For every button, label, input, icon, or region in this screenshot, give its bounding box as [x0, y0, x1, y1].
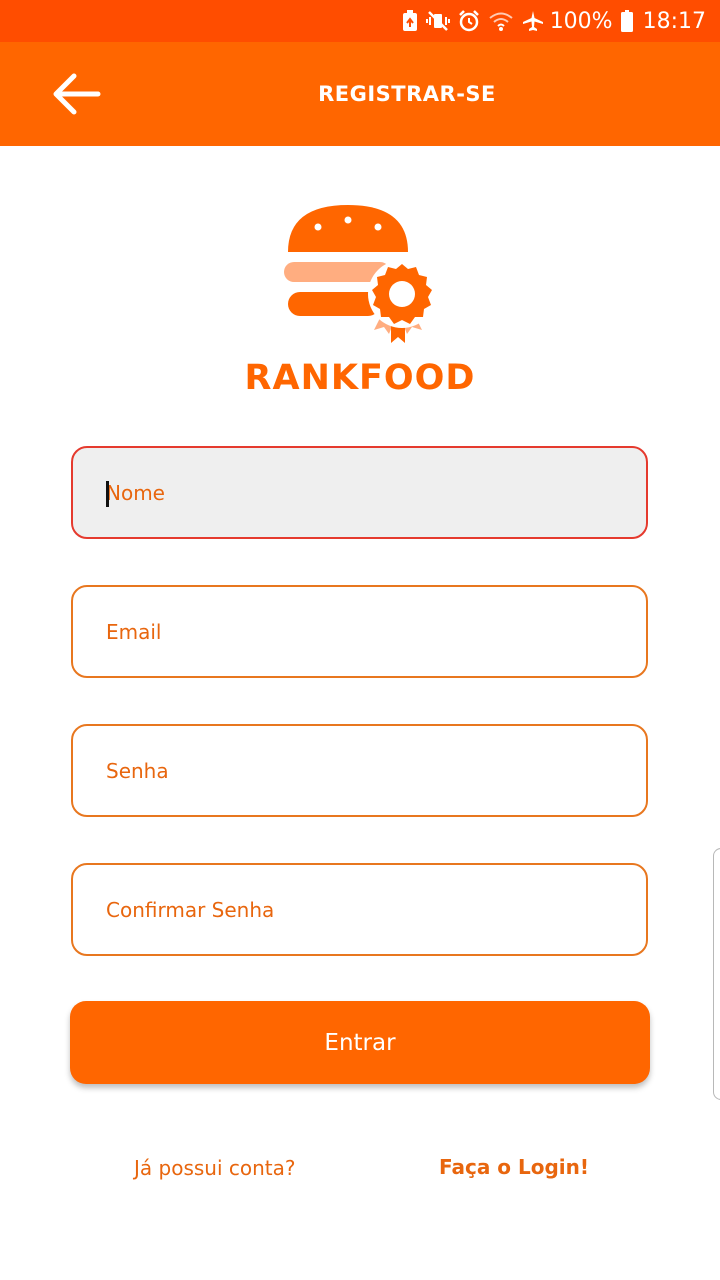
battery-percent: 100% — [549, 8, 613, 34]
airplane-mode-icon — [522, 11, 543, 31]
edge-panel-handle[interactable] — [713, 848, 720, 1100]
page-title: REGISTRAR-SE — [318, 82, 496, 106]
battery-icon — [620, 10, 633, 32]
submit-button[interactable]: Entrar — [70, 1001, 650, 1084]
text-cursor — [106, 481, 109, 507]
alarm-icon — [458, 10, 479, 32]
app-bar: REGISTRAR-SE — [0, 42, 720, 146]
name-field[interactable] — [71, 446, 648, 539]
back-button[interactable] — [46, 66, 106, 122]
password-input[interactable] — [73, 726, 646, 815]
mute-vibrate-icon — [425, 11, 450, 31]
arrow-left-icon — [53, 73, 101, 115]
battery-saver-icon — [402, 10, 417, 31]
clock: 18:17 — [642, 8, 706, 34]
brand-name: RANKFOOD — [244, 358, 476, 398]
status-bar: 100% 18:17 — [0, 0, 720, 42]
wifi-icon — [489, 12, 513, 31]
name-input[interactable] — [73, 448, 646, 537]
login-question: Já possui conta? — [134, 1156, 296, 1180]
email-field[interactable] — [71, 585, 648, 678]
confirm-password-field[interactable] — [71, 863, 648, 956]
login-link[interactable]: Faça o Login! — [439, 1155, 589, 1179]
burger-badge-icon — [284, 205, 436, 343]
register-screen: 100% 18:17 REGISTRAR-SE RANKFOOD Nome Em… — [0, 0, 720, 1280]
confirm-password-input[interactable] — [73, 865, 646, 954]
password-field[interactable] — [71, 724, 648, 817]
email-input[interactable] — [73, 587, 646, 676]
